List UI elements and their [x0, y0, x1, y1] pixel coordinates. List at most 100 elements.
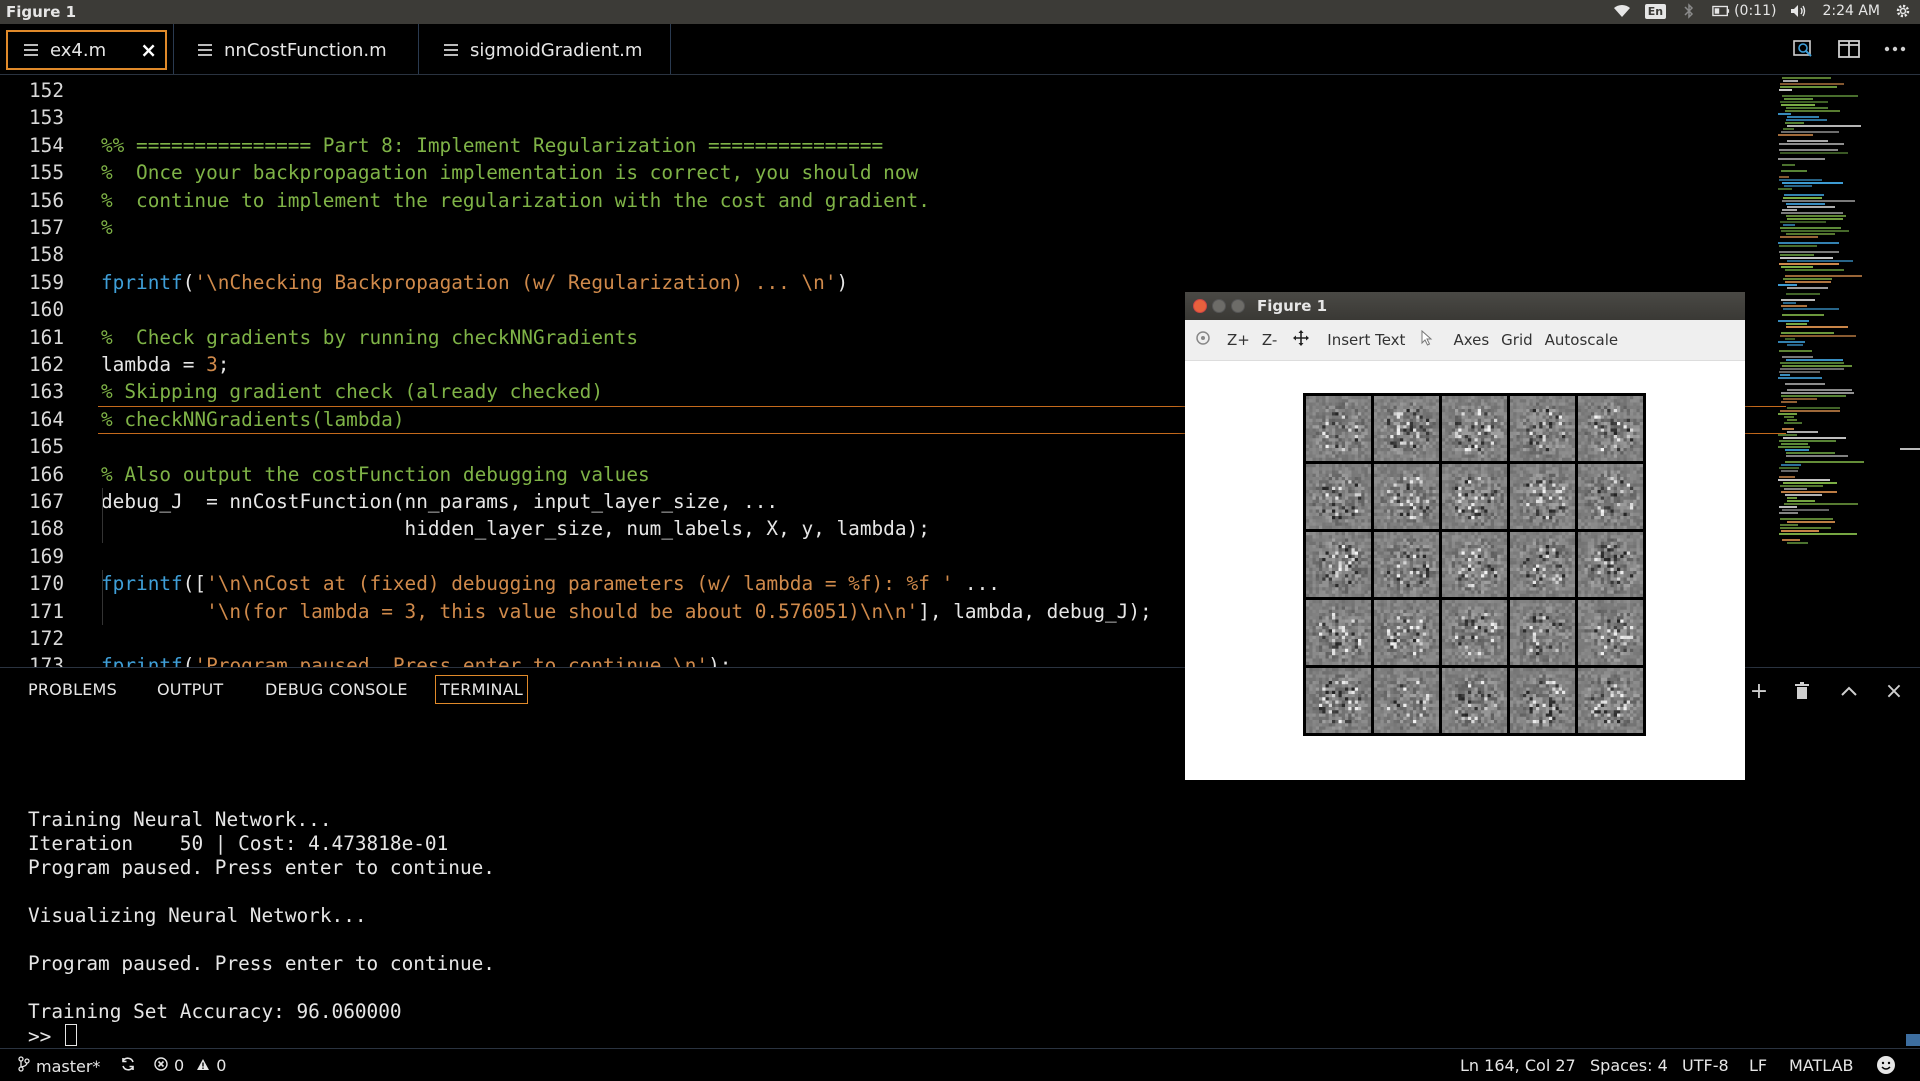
settings-gear-icon[interactable]: [1894, 2, 1912, 20]
indent-guide: [102, 570, 103, 597]
zoom-out-button[interactable]: Z-: [1262, 331, 1277, 349]
split-editor-icon[interactable]: [1836, 38, 1862, 60]
figure-close-button[interactable]: [1193, 299, 1207, 313]
minimap-line: [1783, 224, 1795, 226]
hidden-layer-weights-image-grid: [1303, 393, 1646, 736]
minimap-line: [1787, 125, 1861, 127]
more-actions-icon[interactable]: [1882, 38, 1908, 60]
select-pointer-icon[interactable]: [1421, 330, 1433, 350]
terminal-scrollbar-thumb[interactable]: [1906, 1034, 1920, 1046]
code-line[interactable]: 155 % Once your backpropagation implement…: [0, 159, 1760, 186]
git-branch-name: master*: [36, 1057, 100, 1076]
tab-terminal[interactable]: TERMINAL: [435, 675, 528, 704]
line-number: 153: [0, 104, 64, 131]
code-line[interactable]: 154%% =============== Part 8: Implement …: [0, 132, 1760, 159]
wifi-icon[interactable]: [1613, 2, 1631, 20]
tab-debug-console[interactable]: DEBUG CONSOLE: [265, 680, 408, 699]
scrollbar-position-marker[interactable]: [1900, 448, 1920, 450]
tab-sigmoidgradient[interactable]: sigmoidGradient.m: [444, 30, 642, 70]
terminal-output[interactable]: Training Neural Network...Iteration 50 |…: [28, 808, 495, 1049]
indentation[interactable]: Spaces: 4: [1590, 1056, 1668, 1075]
tab-nncostfunction[interactable]: nnCostFunction.m: [198, 30, 387, 70]
terminal-line: [28, 976, 495, 1000]
minimap[interactable]: [1778, 75, 1872, 545]
problems-summary[interactable]: 0 0: [154, 1056, 226, 1075]
code-token: [101, 600, 206, 623]
file-encoding[interactable]: UTF-8: [1682, 1056, 1729, 1075]
sync-icon[interactable]: [120, 1056, 136, 1072]
minimap-line: [1781, 530, 1819, 532]
minimap-line: [1778, 434, 1797, 436]
tab-ex4[interactable]: ex4.m ×: [6, 30, 167, 70]
keyboard-layout-indicator[interactable]: En: [1645, 4, 1666, 19]
figure-window[interactable]: Figure 1 Z+ Z- Insert Text Axes Grid Aut…: [1185, 292, 1745, 780]
grid-button[interactable]: Grid: [1501, 331, 1532, 349]
indent-guide: [102, 488, 103, 515]
minimap-line: [1781, 299, 1815, 301]
insert-text-button[interactable]: Insert Text: [1327, 331, 1405, 349]
minimap-line: [1787, 419, 1797, 421]
minimap-line: [1778, 134, 1813, 136]
terminal-line: Program paused. Press enter to continue.: [28, 856, 495, 880]
tab-label: sigmoidGradient.m: [470, 40, 642, 61]
code-token: % Once your backpropagation implementati…: [101, 161, 918, 184]
weight-image-cell: [1442, 668, 1507, 733]
figure-maximize-button[interactable]: [1231, 299, 1245, 313]
figure-canvas[interactable]: [1185, 361, 1745, 780]
minimap-line: [1778, 479, 1830, 481]
minimap-line: [1783, 128, 1794, 130]
line-number: 155: [0, 159, 64, 186]
minimap-line: [1781, 392, 1854, 394]
tab-output[interactable]: OUTPUT: [157, 680, 223, 699]
terminal-prompt-line[interactable]: >>: [28, 1024, 495, 1049]
zoom-in-button[interactable]: Z+: [1227, 331, 1250, 349]
battery-status[interactable]: (0:11): [1712, 2, 1776, 20]
terminal-line: Visualizing Neural Network...: [28, 904, 495, 928]
pan-move-icon[interactable]: [1293, 330, 1309, 350]
code-token: hidden_layer_size, num_labels, X, y, lam…: [101, 517, 930, 540]
weight-image-cell: [1578, 532, 1643, 597]
minimap-line: [1782, 95, 1858, 97]
minimap-line: [1782, 539, 1800, 541]
maximize-panel-chevron-up-icon[interactable]: [1838, 680, 1860, 702]
tab-label: ex4.m: [50, 40, 106, 61]
line-number: 170: [0, 570, 64, 597]
line-ending[interactable]: LF: [1749, 1056, 1767, 1075]
close-panel-icon[interactable]: ×: [1883, 680, 1905, 702]
clock[interactable]: 2:24 AM: [1822, 3, 1880, 19]
tab-problems[interactable]: PROBLEMS: [28, 680, 117, 699]
kill-terminal-trash-icon[interactable]: [1791, 680, 1813, 702]
cursor-position[interactable]: Ln 164, Col 27: [1460, 1056, 1576, 1075]
minimap-line: [1779, 263, 1839, 265]
code-line[interactable]: 153: [0, 104, 1760, 131]
language-mode[interactable]: MATLAB: [1789, 1056, 1853, 1075]
figure-titlebar[interactable]: Figure 1: [1185, 292, 1745, 320]
volume-icon[interactable]: [1790, 2, 1808, 20]
code-line[interactable]: 152: [0, 77, 1760, 104]
axes-button[interactable]: Axes: [1453, 331, 1489, 349]
weight-image-cell: [1442, 532, 1507, 597]
warning-count: 0: [216, 1056, 226, 1075]
code-line[interactable]: 157%: [0, 214, 1760, 241]
autoscale-button[interactable]: Autoscale: [1545, 331, 1618, 349]
terminal-line: Training Set Accuracy: 96.060000: [28, 1000, 495, 1024]
figure-toolbar: Z+ Z- Insert Text Axes Grid Autoscale: [1185, 320, 1745, 361]
rotate-icon[interactable]: [1195, 330, 1211, 350]
figure-minimize-button[interactable]: [1212, 299, 1226, 313]
minimap-line: [1784, 185, 1812, 187]
git-branch-indicator[interactable]: master*: [18, 1056, 100, 1076]
close-tab-icon[interactable]: ×: [140, 38, 157, 62]
new-terminal-icon[interactable]: +: [1748, 680, 1770, 702]
minimap-line: [1780, 101, 1828, 103]
minimap-line: [1781, 170, 1807, 172]
code-token: % Also output the costFunction debugging…: [101, 463, 650, 486]
code-line[interactable]: 156% continue to implement the regulariz…: [0, 187, 1760, 214]
bluetooth-icon[interactable]: [1680, 2, 1698, 20]
line-code: %% =============== Part 8: Implement Reg…: [101, 132, 883, 159]
open-preview-icon[interactable]: [1790, 38, 1816, 60]
feedback-smiley-icon[interactable]: [1876, 1055, 1896, 1075]
code-token: ...: [953, 572, 1000, 595]
minimap-line: [1781, 470, 1798, 472]
minimap-line: [1778, 188, 1792, 190]
code-line[interactable]: 158: [0, 241, 1760, 268]
